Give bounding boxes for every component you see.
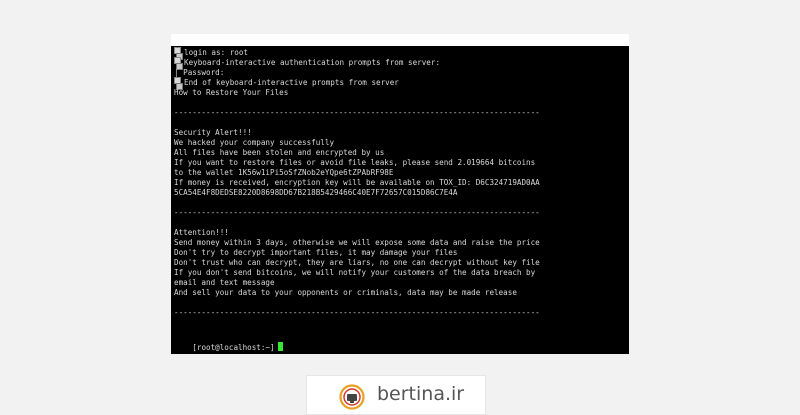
terminal-line: Attention!!!: [174, 228, 229, 237]
terminal-line: All files have been stolen and encrypted…: [174, 148, 385, 157]
terminal-line: How to Restore Your Files: [174, 88, 289, 97]
terminal-line: Security Alert!!!: [174, 128, 252, 137]
terminal-line: ----------------------------------------…: [174, 308, 540, 317]
terminal-line: And sell your data to your opponents or …: [174, 288, 517, 297]
terminal-line: ----------------------------------------…: [174, 108, 540, 117]
bertina-logo-icon: [339, 384, 365, 410]
terminal-cursor: [277, 342, 283, 351]
terminal-line: If you don't send bitcoins, we will noti…: [174, 268, 536, 277]
terminal-line: ----------------------------------------…: [174, 208, 540, 217]
terminal-line: 5CA54E4F8DEDSE8220D8698DD67B218B5429466C…: [174, 188, 458, 197]
terminal-line: End of keyboard-interactive prompts from…: [184, 78, 399, 87]
terminal-line: email and text message: [174, 278, 275, 287]
brand-name[interactable]: bertina.ir: [377, 383, 464, 405]
terminal-line: to the wallet 1K56w1iPi5oSfZNob2eYQpe6tZ…: [174, 168, 394, 177]
terminal-line: If money is received, encryption key wil…: [174, 178, 540, 187]
terminal-line: Keyboard-interactive authentication prom…: [184, 58, 441, 67]
terminal-window[interactable]: login as: root Keyboard-interactive authe…: [171, 34, 629, 354]
terminal-prompt: [root@localhost:~]: [192, 343, 275, 352]
terminal-line: We hacked your company successfully: [174, 138, 335, 147]
terminal-line: Don't trust who can decrypt, they are li…: [174, 258, 540, 267]
terminal-line: If you want to restore files or avoid fi…: [174, 158, 536, 167]
terminal-line: login as: root: [184, 48, 249, 57]
terminal-line: Send money within 3 days, otherwise we w…: [174, 238, 540, 247]
terminal-line: Don't try to decrypt important files, it…: [174, 248, 458, 257]
terminal-line: | Password:: [174, 68, 225, 77]
terminal-prompt-line[interactable]: [root@localhost:~]: [174, 332, 283, 363]
